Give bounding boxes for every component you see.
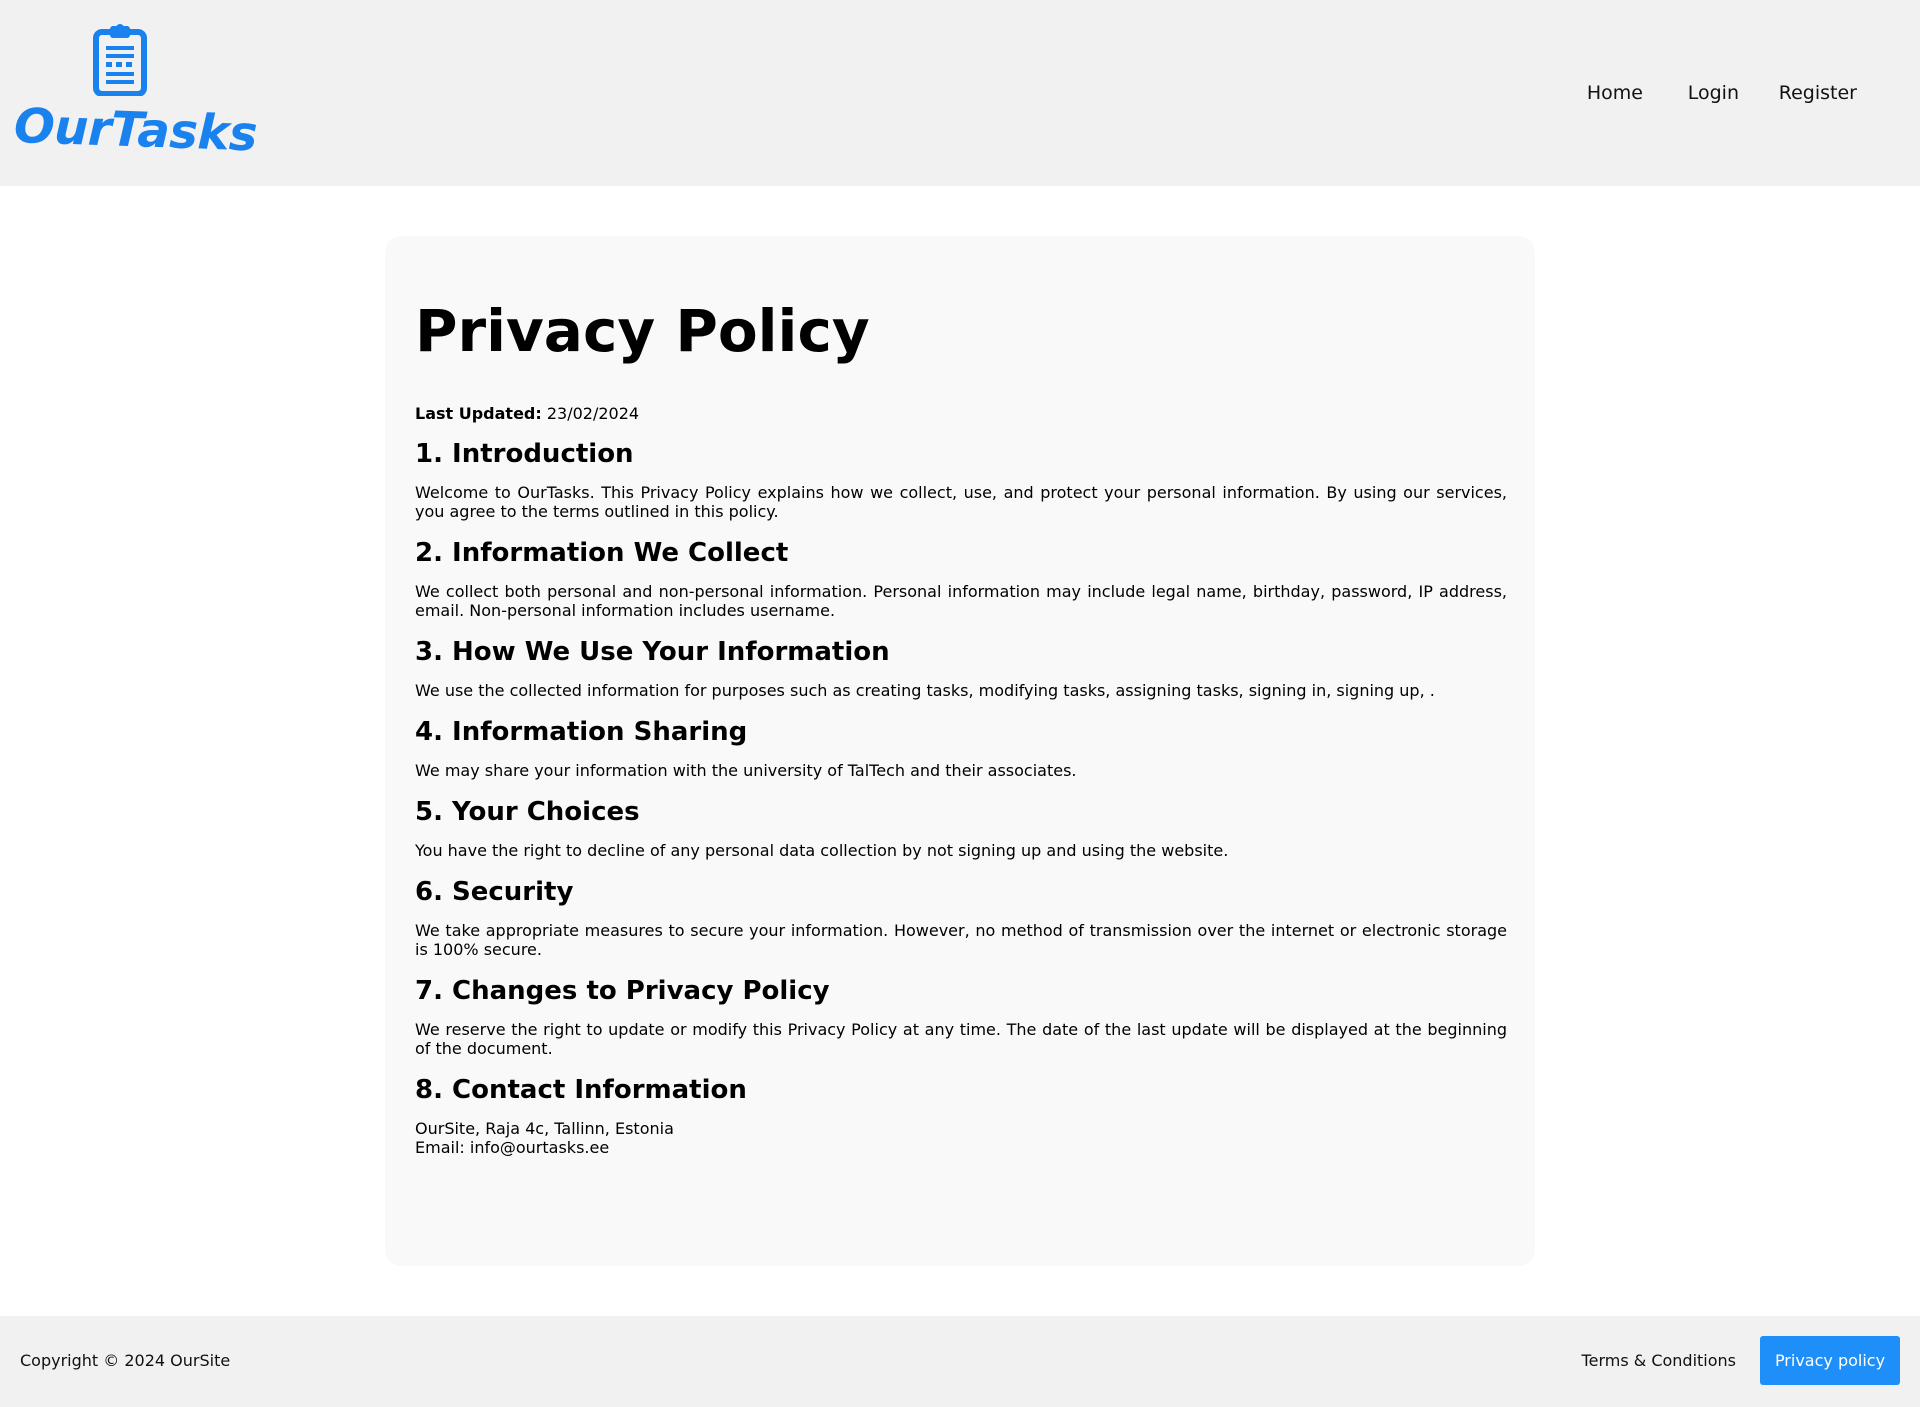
site-logo[interactable]: OurTasks xyxy=(13,24,258,162)
section-body: We reserve the right to update or modify… xyxy=(415,1020,1507,1058)
section-security: 6. Security We take appropriate measures… xyxy=(415,877,1507,959)
section-heading: 3. How We Use Your Information xyxy=(415,637,890,667)
nav-login-link[interactable]: Login xyxy=(1688,82,1739,104)
section-body: Welcome to OurTasks. This Privacy Policy… xyxy=(415,483,1507,521)
clipboard-icon xyxy=(93,24,147,96)
section-heading: 1. Introduction xyxy=(415,439,634,469)
section-body: You have the right to decline of any per… xyxy=(415,841,1229,860)
logo-text: OurTasks xyxy=(13,98,258,163)
site-header: OurTasks Home Login Register xyxy=(0,0,1920,186)
section-body: We may share your information with the u… xyxy=(415,761,1077,780)
section-body: We take appropriate measures to secure y… xyxy=(415,921,1507,959)
section-heading: 8. Contact Information xyxy=(415,1075,747,1105)
copyright-text: Copyright © 2024 OurSite xyxy=(20,1351,231,1370)
privacy-policy-button[interactable]: Privacy policy xyxy=(1760,1336,1900,1385)
terms-conditions-link[interactable]: Terms & Conditions xyxy=(1582,1351,1736,1370)
policy-content: Last Updated: 23/02/2024 1. Introduction… xyxy=(415,404,1507,1174)
section-information-we-collect: 2. Information We Collect We collect bot… xyxy=(415,538,1507,620)
section-changes: 7. Changes to Privacy Policy We reserve … xyxy=(415,976,1507,1058)
site-footer: Copyright © 2024 OurSite Terms & Conditi… xyxy=(0,1316,1920,1407)
nav-register-link[interactable]: Register xyxy=(1779,82,1857,104)
section-heading: 5. Your Choices xyxy=(415,797,640,827)
section-contact: 8. Contact Information OurSite, Raja 4c,… xyxy=(415,1075,1507,1157)
section-heading: 7. Changes to Privacy Policy xyxy=(415,976,830,1006)
section-heading: 2. Information We Collect xyxy=(415,538,789,568)
section-information-sharing: 4. Information Sharing We may share your… xyxy=(415,717,1507,780)
section-how-we-use: 3. How We Use Your Information We use th… xyxy=(415,637,1507,700)
last-updated: Last Updated: 23/02/2024 xyxy=(415,404,1507,423)
nav-home-link[interactable]: Home xyxy=(1587,82,1643,104)
contact-email: Email: info@ourtasks.ee xyxy=(415,1138,610,1157)
section-introduction: 1. Introduction Welcome to OurTasks. Thi… xyxy=(415,439,1507,521)
section-your-choices: 5. Your Choices You have the right to de… xyxy=(415,797,1507,860)
section-body: We use the collected information for pur… xyxy=(415,681,1435,700)
section-body: We collect both personal and non-persona… xyxy=(415,582,1507,620)
last-updated-label: Last Updated: xyxy=(415,404,542,423)
last-updated-value: 23/02/2024 xyxy=(541,404,640,423)
contact-address: OurSite, Raja 4c, Tallinn, Estonia xyxy=(415,1119,674,1138)
section-heading: 4. Information Sharing xyxy=(415,717,748,747)
page-title: Privacy Policy xyxy=(415,297,870,365)
privacy-policy-card: Privacy Policy Last Updated: 23/02/2024 … xyxy=(385,236,1535,1266)
section-heading: 6. Security xyxy=(415,877,574,907)
contact-details: OurSite, Raja 4c, Tallinn, Estonia Email:… xyxy=(415,1119,1507,1157)
